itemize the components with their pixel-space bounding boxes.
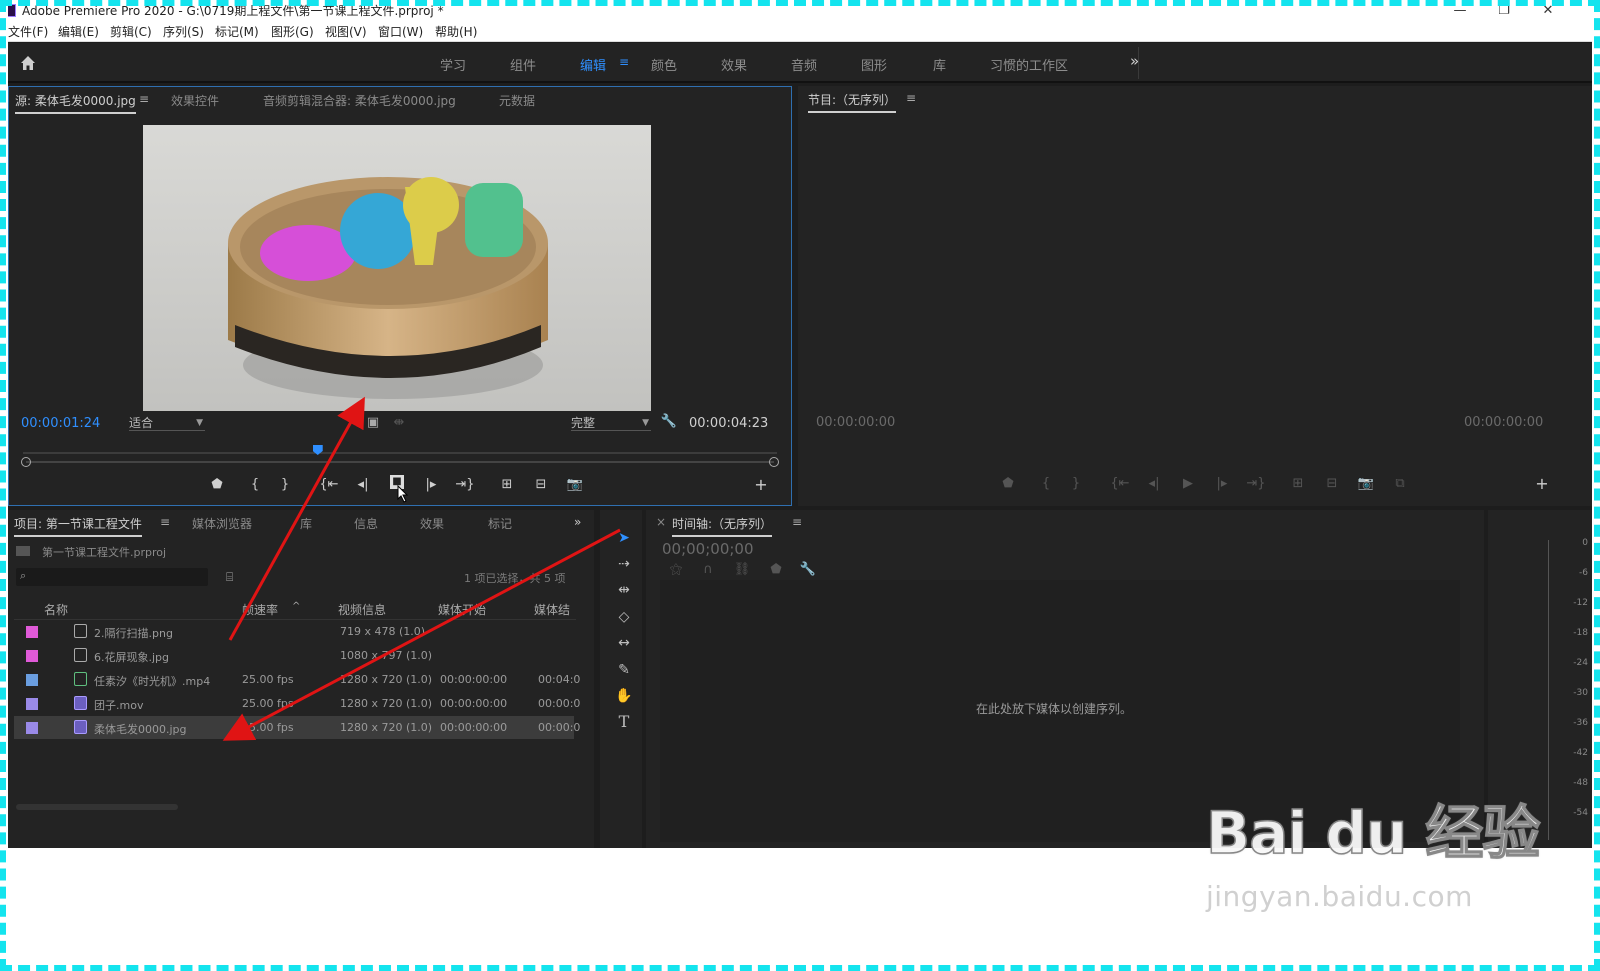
annotation-arrow-to-selected-item [222,528,621,741]
annotation-arrows [222,396,621,741]
annotation-arrow-to-preview [228,396,365,641]
